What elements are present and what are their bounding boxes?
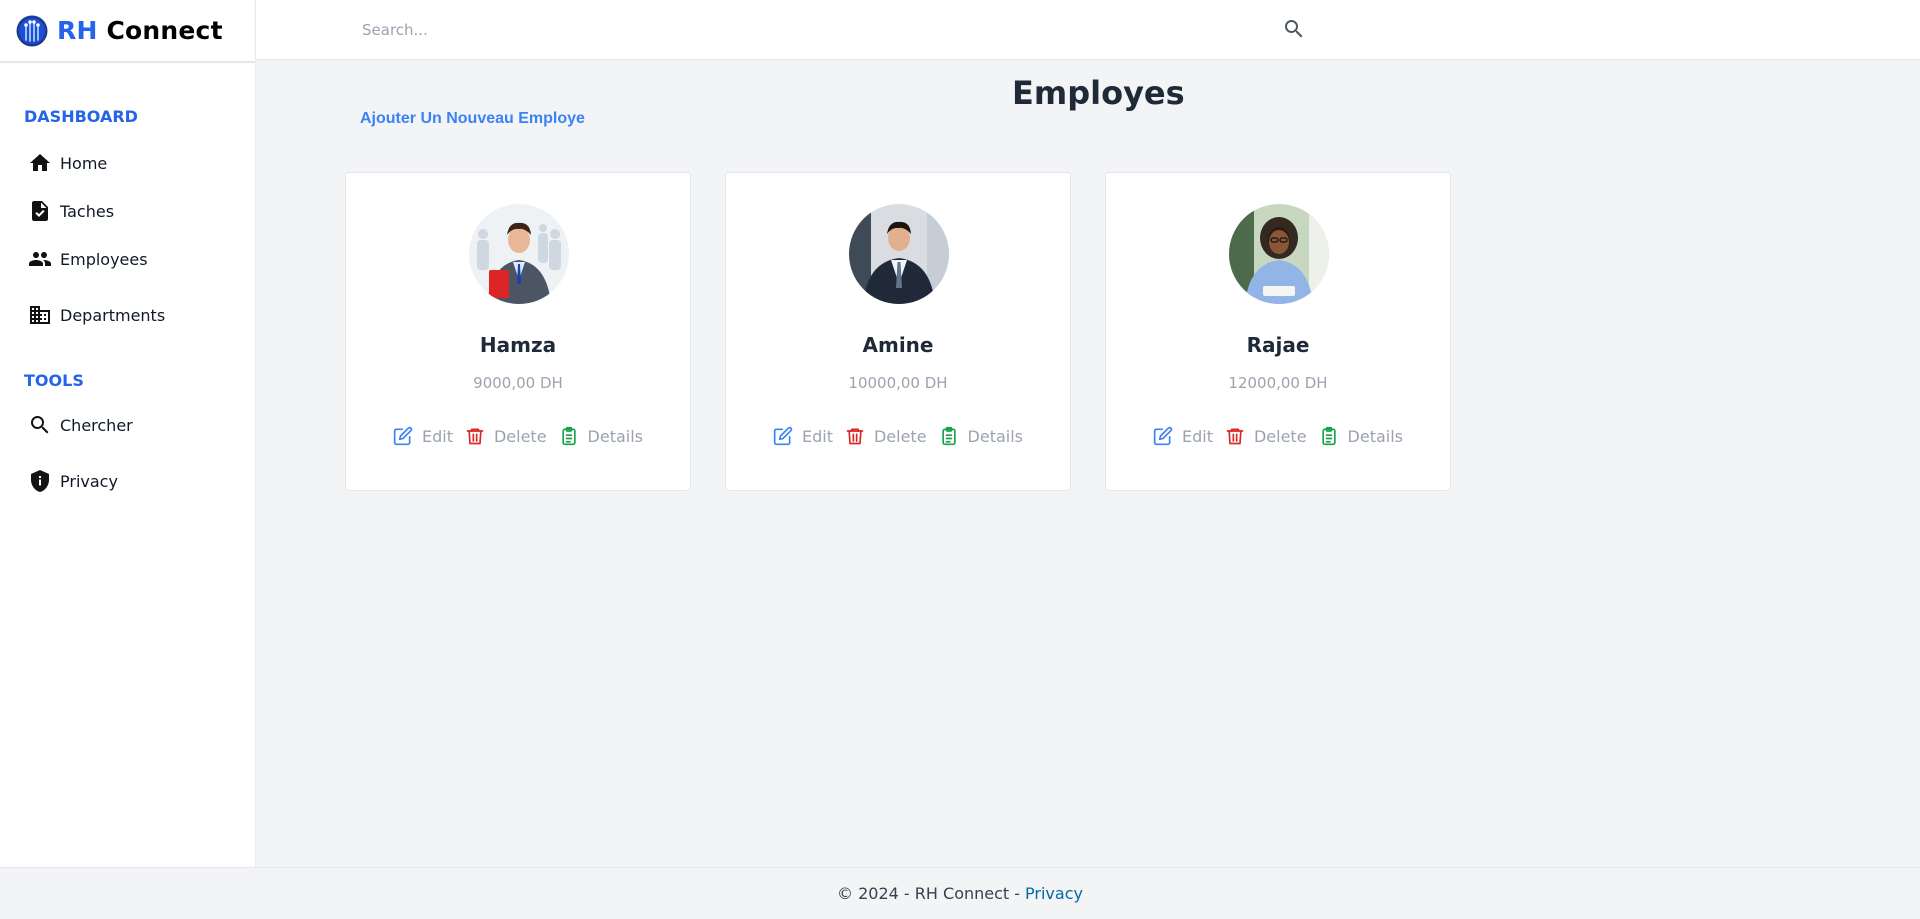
add-employee-link[interactable]: Ajouter Un Nouveau Employe [360, 110, 585, 128]
sidebar-item-label: Home [60, 153, 108, 173]
task-icon [32, 201, 48, 221]
edit-label: Edit [801, 426, 833, 446]
sidebar-item-departments[interactable]: Departments [28, 303, 165, 327]
sidebar-item-privacy[interactable]: Privacy [28, 469, 118, 493]
clipboard-icon [561, 426, 576, 446]
clipboard-icon [941, 426, 956, 446]
delete-button[interactable]: Delete [845, 426, 927, 446]
edit-icon [393, 426, 413, 446]
search-input[interactable] [360, 12, 1214, 48]
edit-button[interactable]: Edit [393, 426, 453, 446]
delete-button[interactable]: Delete [1225, 426, 1307, 446]
sidebar-item-chercher[interactable]: Chercher [28, 413, 133, 437]
employee-card: Rajae 12000,00 DH Edit Delete Details [1105, 172, 1451, 491]
edit-icon [773, 426, 793, 446]
shield-icon [31, 470, 49, 492]
edit-button[interactable]: Edit [773, 426, 833, 446]
trash-icon [1226, 428, 1244, 445]
brand-logo-icon [16, 15, 48, 46]
sidebar-item-employees[interactable]: Employees [28, 247, 148, 271]
employee-photo [1229, 204, 1329, 304]
card-actions: Edit Delete Details [346, 426, 690, 446]
details-label: Details [1347, 426, 1404, 446]
footer: © 2024 - RH Connect - Privacy [0, 867, 1920, 919]
search-icon [31, 416, 49, 434]
clipboard-icon [1321, 426, 1336, 446]
employee-name: Amine [862, 333, 934, 357]
sidebar-item-label: Departments [60, 305, 166, 325]
brand-suffix: Connect [106, 16, 223, 45]
top-bar [256, 0, 1920, 59]
details-button[interactable]: Details [1319, 426, 1403, 446]
sidebar-item-home[interactable]: Home [28, 151, 107, 175]
employee-card: Amine 10000,00 DH Edit Delete Details [725, 172, 1071, 491]
sidebar-item-taches[interactable]: Taches [28, 199, 114, 223]
employee-salary: 9000,00 DH [473, 374, 563, 392]
card-actions: Edit Delete Details [726, 426, 1070, 446]
edit-button[interactable]: Edit [1153, 426, 1213, 446]
brand-name: RH Connect [57, 16, 223, 45]
employee-name: Hamza [479, 333, 557, 357]
sidebar-item-label: Privacy [60, 471, 118, 491]
employee-card: Hamza 9000,00 DH Edit Delete Details [345, 172, 691, 491]
page-title: Employes [1012, 74, 1185, 112]
search-button-icon[interactable] [1282, 17, 1306, 41]
building-icon [30, 306, 50, 324]
employee-avatar [469, 204, 569, 304]
details-button[interactable]: Details [559, 426, 643, 446]
footer-privacy-link[interactable]: Privacy [1025, 884, 1083, 903]
brand[interactable]: RH Connect [0, 0, 255, 63]
footer-text: © 2024 - RH Connect - [837, 884, 1021, 903]
people-icon [29, 252, 51, 266]
details-button[interactable]: Details [939, 426, 1023, 446]
employee-name: Rajae [1246, 333, 1310, 357]
delete-label: Delete [1253, 426, 1307, 446]
dashboard-section-title: DASHBOARD [24, 107, 138, 126]
edit-label: Edit [421, 426, 453, 446]
delete-label: Delete [873, 426, 927, 446]
employee-photo [469, 204, 569, 304]
details-label: Details [967, 426, 1024, 446]
sidebar-item-label: Employees [60, 249, 148, 269]
sidebar-item-label: Taches [60, 201, 115, 221]
sidebar: RH Connect DASHBOARD Home Taches Employe… [0, 0, 256, 867]
delete-label: Delete [493, 426, 547, 446]
employee-salary: 12000,00 DH [1228, 374, 1328, 392]
brand-prefix: RH [57, 16, 98, 45]
employee-salary: 10000,00 DH [848, 374, 948, 392]
search-bar [360, 12, 1303, 48]
sidebar-item-label: Chercher [60, 415, 133, 435]
tools-section-title: TOOLS [24, 371, 84, 390]
home-icon [30, 154, 50, 171]
edit-label: Edit [1181, 426, 1213, 446]
edit-icon [1153, 426, 1173, 446]
delete-button[interactable]: Delete [465, 426, 547, 446]
trash-icon [846, 428, 864, 445]
details-label: Details [587, 426, 644, 446]
trash-icon [466, 428, 484, 445]
employee-avatar [849, 204, 949, 304]
employee-avatar [1229, 204, 1329, 304]
employee-photo [849, 204, 949, 304]
card-actions: Edit Delete Details [1106, 426, 1450, 446]
